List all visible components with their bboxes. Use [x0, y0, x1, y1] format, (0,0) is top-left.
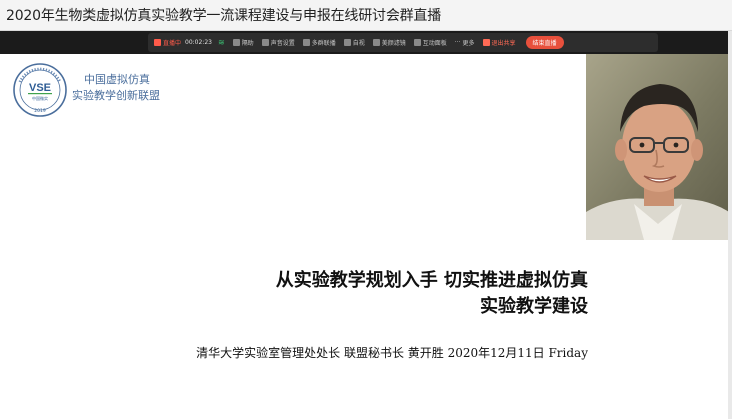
beauty-filter-icon	[372, 39, 380, 46]
alliance-name-line1: 中国虚拟仿真	[84, 73, 150, 86]
logo-emblem-text: VSE	[29, 82, 51, 94]
stop-share-button[interactable]: 退出共享	[482, 38, 516, 47]
self-view-button[interactable]: 自视	[343, 38, 365, 47]
alliance-name: 中国虚拟仿真 实验教学创新联盟	[72, 72, 160, 104]
beauty-filter-label: 美颜滤镜	[381, 40, 406, 47]
logo-emblem-sub: 中国微实	[32, 95, 48, 101]
alliance-logo: VSE 中国微实 2019	[13, 63, 67, 117]
live-status-label: 直播中	[163, 40, 182, 47]
multi-group-button[interactable]: 多群联播	[302, 38, 336, 47]
slide-title-line1: 从实验教学规划入手 切实推进虚拟仿真	[275, 270, 588, 291]
interaction-panel-button[interactable]: 互动面板	[413, 38, 447, 47]
signal-icon: ≋	[217, 38, 225, 47]
stop-share-icon	[482, 39, 490, 46]
camera-label: 隔助	[241, 40, 254, 47]
window-right-edge	[728, 31, 732, 419]
camera-button[interactable]: 隔助	[232, 38, 254, 47]
more-button[interactable]: ··· 更多	[455, 38, 475, 47]
live-toolbar: 直播中 00:02:23 ≋ 隔助 声音设置 多群联播 自视 美颜滤镜 互动面板…	[148, 33, 658, 52]
group-icon	[302, 39, 310, 46]
audio-settings-button[interactable]: 声音设置	[261, 38, 295, 47]
camera-icon	[232, 39, 240, 46]
live-timer: 00:02:23	[185, 39, 212, 46]
slide-title-line2: 实验教学建设	[480, 296, 588, 317]
interaction-panel-label: 互动面板	[422, 40, 447, 47]
slide-presenter-info: 清华大学实验室管理处处长 联盟秘书长 黄开胜 2020年12月11日 Frida…	[196, 346, 588, 360]
window-title: 2020年生物类虚拟仿真实验教学一流课程建设与申报在线研讨会群直播	[6, 8, 442, 24]
beauty-filter-button[interactable]: 美颜滤镜	[372, 38, 406, 47]
window-title-bar: 2020年生物类虚拟仿真实验教学一流课程建设与申报在线研讨会群直播	[0, 0, 732, 31]
slide-title: 从实验教学规划入手 切实推进虚拟仿真 实验教学建设	[276, 268, 588, 320]
more-label: 更多	[462, 40, 475, 47]
speaker-video	[586, 54, 732, 240]
alliance-name-line2: 实验教学创新联盟	[72, 89, 160, 102]
audio-settings-label: 声音设置	[270, 40, 295, 47]
multi-group-label: 多群联播	[311, 40, 336, 47]
more-icon: ···	[454, 39, 461, 46]
self-view-label: 自视	[352, 40, 365, 47]
live-status: 直播中	[154, 38, 181, 47]
interaction-panel-icon	[413, 39, 421, 46]
self-view-icon	[343, 39, 351, 46]
microphone-icon	[261, 39, 269, 46]
stop-share-label: 退出共享	[491, 40, 516, 47]
live-icon	[154, 39, 161, 46]
logo-emblem-year: 2019	[34, 108, 46, 114]
end-live-button[interactable]: 结束直播	[525, 36, 564, 49]
